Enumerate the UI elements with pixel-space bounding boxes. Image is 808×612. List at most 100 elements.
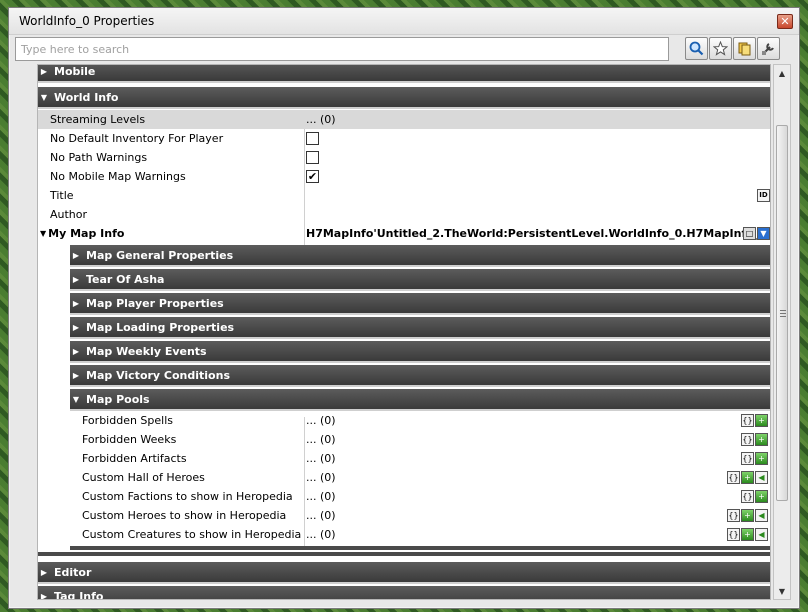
property-row-no-default-inventory[interactable]: No Default Inventory For Player — [38, 129, 770, 148]
close-button[interactable]: ✕ — [777, 14, 793, 29]
add-icon[interactable]: + — [741, 471, 754, 484]
scroll-down-icon[interactable]: ▼ — [774, 584, 790, 598]
category-label: Tag Info — [54, 589, 104, 600]
property-value[interactable]: ... (0) — [306, 430, 336, 449]
property-row-title[interactable]: Title ID — [38, 186, 770, 205]
dropdown-icon[interactable]: ▼ — [757, 227, 770, 240]
property-value[interactable]: ... (0) — [306, 449, 336, 468]
add-icon[interactable]: + — [755, 433, 768, 446]
favorites-button[interactable] — [709, 37, 732, 60]
subcategory-label: Map General Properties — [86, 248, 234, 262]
checkbox[interactable] — [306, 151, 319, 164]
settings-icon — [762, 43, 774, 55]
subcategory-map-victory-conditions[interactable]: ▶ Map Victory Conditions — [70, 365, 770, 387]
add-icon[interactable]: + — [741, 528, 754, 541]
search-button[interactable] — [685, 37, 708, 60]
scrollbar-thumb[interactable] — [776, 125, 788, 501]
add-icon[interactable]: + — [741, 509, 754, 522]
subcategory-label: Map Victory Conditions — [86, 368, 230, 382]
category-label: Mobile — [54, 64, 96, 78]
property-row-streaming-levels[interactable]: Streaming Levels ... (0) — [38, 110, 770, 129]
property-value[interactable]: ... (0) — [306, 506, 336, 525]
subcategory-map-pools[interactable]: ▼ Map Pools — [70, 389, 770, 411]
expand-arrow-icon: ▶ — [72, 322, 80, 332]
add-icon[interactable]: + — [755, 452, 768, 465]
add-icon[interactable]: + — [755, 490, 768, 503]
clear-icon[interactable]: {} — [741, 490, 754, 503]
property-row-no-path-warnings[interactable]: No Path Warnings — [38, 148, 770, 167]
property-grid: ▶ Mobile ▼ World Info Streaming Levels .… — [37, 64, 771, 600]
subcategory-map-loading-properties[interactable]: ▶ Map Loading Properties — [70, 317, 770, 339]
properties-window: WorldInfo_0 Properties ✕ Type here to se… — [8, 7, 800, 609]
property-label: Custom Creatures to show in Heropedia — [82, 528, 302, 541]
property-row-forbidden-weeks[interactable]: Forbidden Weeks ... (0) {} + — [38, 430, 770, 449]
property-value[interactable]: ... (0) — [306, 110, 336, 129]
use-selected-icon[interactable]: ◀ — [755, 528, 768, 541]
vertical-scrollbar[interactable]: ▲ ▼ — [773, 64, 791, 600]
subcategory-map-weekly-events[interactable]: ▶ Map Weekly Events — [70, 341, 770, 363]
property-row-custom-hall-of-heroes[interactable]: Custom Hall of Heroes ... (0) {} + ◀ — [38, 468, 770, 487]
title-bar[interactable]: WorldInfo_0 Properties — [9, 8, 799, 35]
property-value[interactable]: ... (0) — [306, 525, 336, 544]
property-row-forbidden-spells[interactable]: Forbidden Spells ... (0) {} + — [38, 411, 770, 430]
browse-icon[interactable]: □ — [743, 227, 756, 240]
property-label: Author — [50, 208, 88, 221]
property-row-forbidden-artifacts[interactable]: Forbidden Artifacts ... (0) {} + — [38, 449, 770, 468]
collapse-arrow-icon: ▼ — [72, 394, 80, 404]
settings-button[interactable] — [757, 37, 780, 60]
category-world-info[interactable]: ▼ World Info — [38, 87, 770, 109]
subcategory-label: Map Loading Properties — [86, 320, 235, 334]
search-input[interactable]: Type here to search — [15, 37, 669, 61]
subcategory-label: Map Weekly Events — [86, 344, 207, 358]
property-label: No Mobile Map Warnings — [50, 170, 186, 183]
category-partial[interactable]: ▶ Tag Info — [38, 586, 770, 600]
scroll-up-icon[interactable]: ▲ — [774, 66, 790, 80]
expand-arrow-icon: ▶ — [40, 591, 48, 600]
property-row-author[interactable]: Author — [38, 205, 770, 224]
subcategory-label: Tear Of Asha — [86, 272, 165, 286]
property-value[interactable]: ... (0) — [306, 411, 336, 430]
checkbox-checked[interactable]: ✔ — [306, 170, 319, 183]
collapse-arrow-icon: ▼ — [40, 92, 48, 102]
use-selected-icon[interactable]: ◀ — [755, 471, 768, 484]
window-title: WorldInfo_0 Properties — [19, 14, 155, 28]
property-row-custom-heroes[interactable]: Custom Heroes to show in Heropedia ... (… — [38, 506, 770, 525]
expand-arrow-icon: ▶ — [72, 298, 80, 308]
property-label: Streaming Levels — [50, 113, 146, 126]
subcategory-map-general-properties[interactable]: ▶ Map General Properties — [70, 245, 770, 267]
favorites-icon — [713, 41, 728, 56]
id-icon[interactable]: ID — [757, 189, 770, 202]
property-row-custom-factions[interactable]: Custom Factions to show in Heropedia ...… — [38, 487, 770, 506]
add-icon[interactable]: + — [755, 414, 768, 427]
clear-icon[interactable]: {} — [741, 452, 754, 465]
property-label: Custom Heroes to show in Heropedia — [82, 509, 287, 522]
category-mobile[interactable]: ▶ Mobile — [38, 64, 770, 83]
subcategory-map-player-properties[interactable]: ▶ Map Player Properties — [70, 293, 770, 315]
property-label: My Map Info — [48, 227, 125, 240]
property-label: Title — [50, 189, 74, 202]
subcategory-tear-of-asha[interactable]: ▶ Tear Of Asha — [70, 269, 770, 291]
expand-arrow-icon: ▶ — [40, 66, 48, 76]
copy-button[interactable] — [733, 37, 756, 60]
property-label: No Path Warnings — [50, 151, 148, 164]
property-value[interactable]: H7MapInfo'Untitled_2.TheWorld:Persistent… — [306, 224, 770, 243]
expand-arrow-icon: ▶ — [72, 346, 80, 356]
use-selected-icon[interactable]: ◀ — [755, 509, 768, 522]
category-label: Editor — [54, 565, 92, 579]
clear-icon[interactable]: {} — [727, 509, 740, 522]
collapse-arrow-icon: ▼ — [40, 229, 47, 238]
property-label: Forbidden Spells — [82, 414, 174, 427]
clear-icon[interactable]: {} — [727, 528, 740, 541]
property-value[interactable]: ... (0) — [306, 487, 336, 506]
clear-icon[interactable]: {} — [741, 433, 754, 446]
category-editor[interactable]: ▶ Editor — [38, 562, 770, 584]
expand-arrow-icon: ▶ — [72, 250, 80, 260]
property-row-custom-creatures[interactable]: Custom Creatures to show in Heropedia ..… — [38, 525, 770, 544]
property-value[interactable]: ... (0) — [306, 468, 336, 487]
property-row-no-mobile-map-warnings[interactable]: No Mobile Map Warnings ✔ — [38, 167, 770, 186]
clear-icon[interactable]: {} — [727, 471, 740, 484]
checkbox[interactable] — [306, 132, 319, 145]
property-row-my-map-info[interactable]: ▼ My Map Info H7MapInfo'Untitled_2.TheWo… — [38, 224, 770, 243]
my-map-info-label-wrap: ▼ My Map Info — [40, 224, 124, 243]
clear-icon[interactable]: {} — [741, 414, 754, 427]
